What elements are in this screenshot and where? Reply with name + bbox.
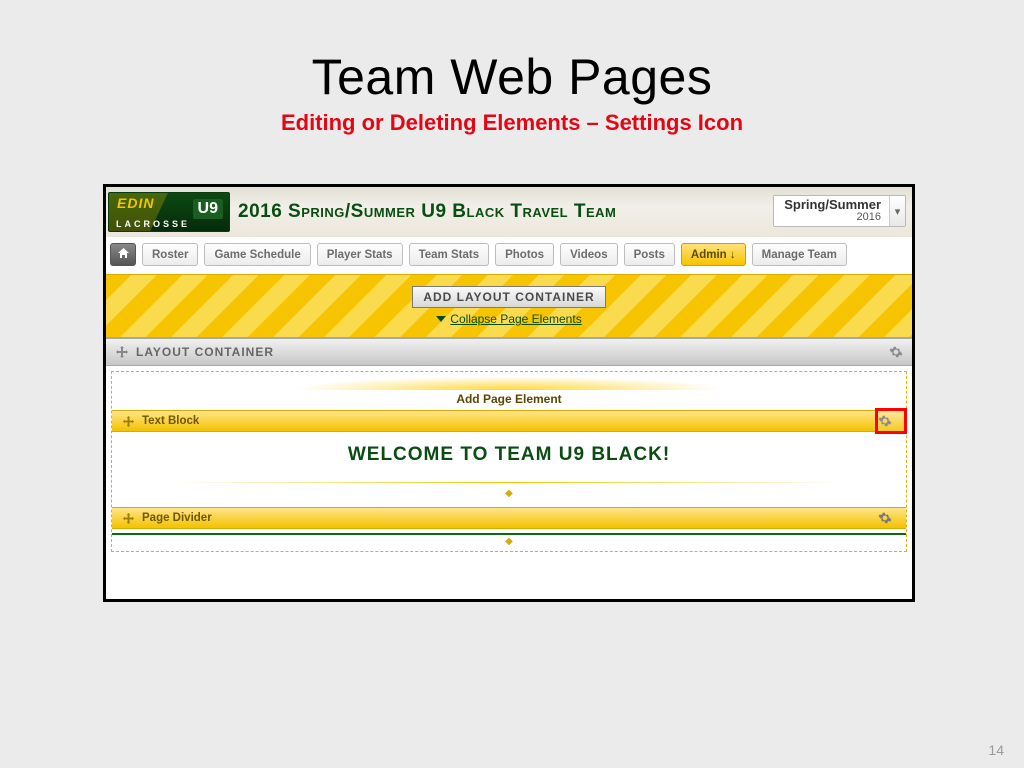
move-icon[interactable] [120, 413, 136, 429]
tab-photos[interactable]: Photos [495, 243, 554, 266]
divider-decoration [172, 482, 846, 483]
insert-marker-icon[interactable]: ◆ [112, 537, 906, 551]
tab-videos[interactable]: Videos [560, 243, 618, 266]
add-layout-container-button[interactable]: ADD LAYOUT CONTAINER [412, 286, 605, 308]
tab-bar: Roster Game Schedule Player Stats Team S… [106, 237, 912, 274]
tab-roster[interactable]: Roster [142, 243, 198, 266]
chevron-down-icon[interactable]: ▾ [889, 196, 905, 226]
tab-manage-team[interactable]: Manage Team [752, 243, 847, 266]
text-block-settings-button[interactable] [872, 410, 898, 432]
season-select[interactable]: Spring/Summer 2016 ▾ [773, 195, 906, 227]
page-divider-settings-button[interactable] [872, 507, 898, 529]
layout-band: ADD LAYOUT CONTAINER Collapse Page Eleme… [106, 274, 912, 338]
slide-subtitle: Editing or Deleting Elements – Settings … [0, 110, 1024, 136]
element-bar-page-divider[interactable]: Page Divider [112, 507, 906, 529]
home-button[interactable] [110, 243, 136, 266]
element-label: Page Divider [142, 512, 212, 524]
gear-icon [877, 413, 893, 429]
layout-container-label: LAYOUT CONTAINER [136, 345, 274, 359]
slide-title: Team Web Pages [0, 0, 1024, 106]
move-icon[interactable] [114, 344, 130, 360]
add-page-element-button[interactable]: Add Page Element [112, 390, 906, 410]
gear-icon[interactable] [888, 344, 904, 360]
layout-container-bar[interactable]: LAYOUT CONTAINER [106, 338, 912, 366]
season-line2: 2016 [784, 211, 881, 224]
insert-marker-icon[interactable]: ◆ [112, 489, 906, 499]
logo-text-bottom: LACROSSE [116, 219, 190, 229]
collapse-label: Collapse Page Elements [450, 312, 581, 326]
logo-text-top: EDIN [117, 195, 154, 211]
team-logo[interactable]: EDIN U9 LACROSSE [108, 192, 230, 232]
page-number: 14 [988, 742, 1004, 758]
tab-admin[interactable]: Admin ↓ [681, 243, 746, 266]
tab-posts[interactable]: Posts [624, 243, 675, 266]
collapse-page-elements-link[interactable]: Collapse Page Elements [436, 312, 581, 326]
app-screenshot: EDIN U9 LACROSSE 2016 Spring/Summer U9 B… [103, 184, 915, 602]
editable-area: Add Page Element Text Block WELCOME TO T… [111, 371, 907, 552]
season-line1: Spring/Summer [784, 198, 881, 211]
gear-icon [877, 510, 893, 526]
tab-player-stats[interactable]: Player Stats [317, 243, 403, 266]
tab-team-stats[interactable]: Team Stats [409, 243, 490, 266]
triangle-down-icon [436, 316, 446, 322]
app-header: EDIN U9 LACROSSE 2016 Spring/Summer U9 B… [106, 187, 912, 237]
team-title: 2016 Spring/Summer U9 Black Travel Team [238, 201, 616, 223]
green-divider [112, 533, 906, 535]
glow-decoration [249, 374, 769, 390]
tab-game-schedule[interactable]: Game Schedule [204, 243, 310, 266]
logo-badge: U9 [193, 199, 223, 219]
welcome-heading: WELCOME TO TEAM U9 BLACK! [112, 432, 906, 482]
element-label: Text Block [142, 415, 199, 427]
move-icon[interactable] [120, 510, 136, 526]
element-bar-text-block[interactable]: Text Block [112, 410, 906, 432]
home-icon [117, 247, 130, 262]
